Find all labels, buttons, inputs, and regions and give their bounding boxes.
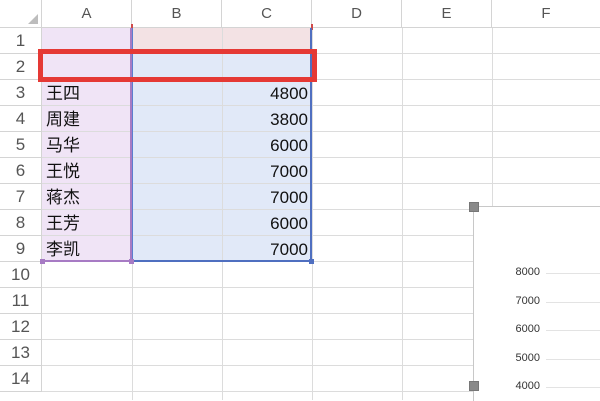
row-header-12[interactable]: 12 [0,314,42,340]
row-header-7[interactable]: 7 [0,184,42,210]
chart-y-tick-4000: 4000 [515,380,540,392]
cell-a4[interactable]: 周建 [46,107,130,133]
row-header-4[interactable]: 4 [0,106,42,132]
cell-a8[interactable]: 王芳 [46,211,130,237]
chart-y-tick-5000: 5000 [515,351,540,364]
column-header-c[interactable]: C [222,0,312,28]
chart-y-tick-7000: 7000 [515,294,540,307]
chart-resize-handle-left[interactable] [469,381,479,391]
column-header-e[interactable]: E [402,0,492,28]
row-header-2[interactable]: 2 [0,54,42,80]
chart-gridline-5000 [546,358,600,360]
row-header-6[interactable]: 6 [0,158,42,184]
chart-y-tick-8000: 8000 [515,266,540,278]
chart-gridline-7000 [546,301,600,303]
row-header-1[interactable]: 1 [0,28,42,54]
selection-handle-a-left[interactable] [40,259,45,264]
cell-c5[interactable]: 6000 [222,133,308,159]
column-header-d[interactable]: D [312,0,402,28]
cell-c8[interactable]: 6000 [222,211,308,237]
cell-c3[interactable]: 4800 [222,81,308,107]
chart-gridline-6000 [546,330,600,331]
cell-a7[interactable]: 蒋杰 [46,185,130,211]
row-header-5[interactable]: 5 [0,132,42,158]
chart-y-tick-6000: 6000 [515,323,540,335]
embedded-chart[interactable]: 8000 7000 6000 5000 4000 [469,202,600,401]
column-header-a[interactable]: A [42,0,132,28]
chart-gridline-4000 [546,387,600,388]
row-header-10[interactable]: 10 [0,262,42,288]
select-all-corner[interactable] [0,0,42,28]
chart-resize-handle-top-left[interactable] [469,202,479,212]
cell-c7[interactable]: 7000 [222,185,308,211]
cell-a9[interactable]: 李凯 [46,237,130,263]
row-header-14[interactable]: 14 [0,366,42,392]
row-header-3[interactable]: 3 [0,80,42,106]
cell-c6[interactable]: 7000 [222,159,308,185]
row-header-11[interactable]: 11 [0,288,42,314]
column-header-f[interactable]: F [492,0,600,28]
column-header-b[interactable]: B [132,0,222,28]
cell-a3[interactable]: 王四 [46,81,130,107]
row2-highlight-box [38,49,317,82]
cell-c4[interactable]: 3800 [222,107,308,133]
row-header-8[interactable]: 8 [0,210,42,236]
cell-c9[interactable]: 7000 [222,237,308,263]
chart-gridline-8000 [546,273,600,274]
row-header-13[interactable]: 13 [0,340,42,366]
row-header-9[interactable]: 9 [0,236,42,262]
cell-a5[interactable]: 马华 [46,133,130,159]
spreadsheet-sheet[interactable]: A B C D E F 1 2 3 4 5 6 7 8 9 10 11 12 1… [0,0,600,401]
cell-a6[interactable]: 王悦 [46,159,130,185]
select-all-icon [28,14,38,24]
selection-handle-c[interactable] [309,259,314,264]
